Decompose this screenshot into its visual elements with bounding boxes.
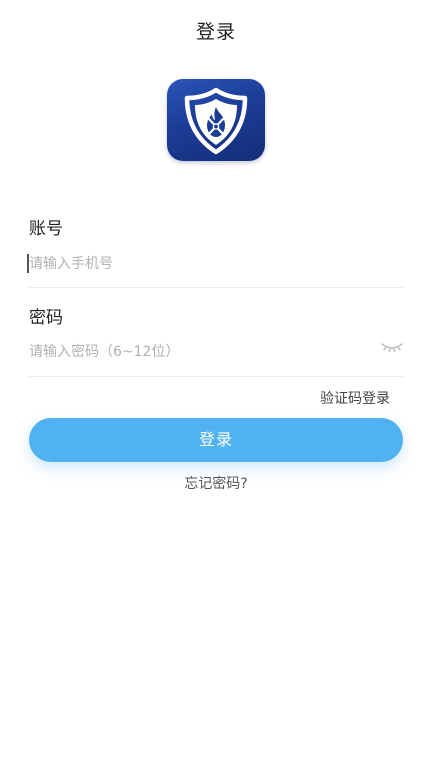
forgot-password-link[interactable]: 忘记密码? [0,473,432,493]
password-label: 密码 [29,308,63,328]
login-button[interactable]: 登录 [29,418,403,462]
password-divider [29,376,403,377]
page-title: 登录 [195,21,236,43]
sms-code-login-link[interactable]: 验证码登录 [320,388,390,408]
eye-closed-icon [381,343,403,353]
fire-shield-icon [184,87,248,155]
account-divider [29,287,403,288]
phone-input[interactable] [29,250,369,278]
app-logo [167,79,265,161]
password-input[interactable] [29,338,369,366]
password-visibility-toggle[interactable] [378,337,406,357]
account-label: 账号 [29,219,63,239]
